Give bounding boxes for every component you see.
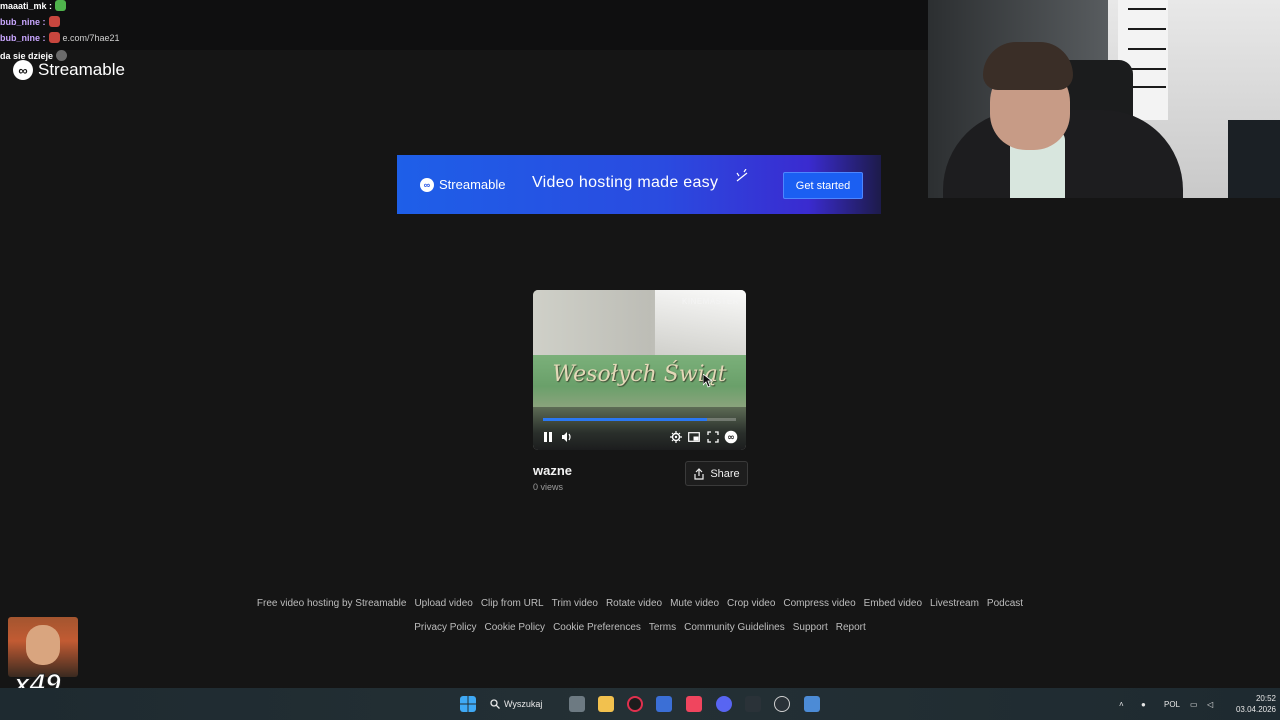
promo-banner[interactable]: ∞ Streamable Video hosting made easy Get… bbox=[397, 155, 881, 214]
banner-logo: ∞ Streamable bbox=[420, 177, 505, 192]
taskbar-clock[interactable]: 20:52 03.04.2026 bbox=[1228, 693, 1276, 715]
get-started-button[interactable]: Get started bbox=[783, 172, 863, 199]
progress-bar[interactable] bbox=[543, 418, 736, 421]
speaker-icon[interactable]: ◁ bbox=[1207, 688, 1213, 720]
video-watermark: KINEMASTER bbox=[681, 297, 739, 306]
footer-links-legal: Privacy Policy Cookie Policy Cookie Pref… bbox=[0, 622, 1280, 633]
settings-gear-icon[interactable] bbox=[670, 431, 682, 443]
footer-link[interactable]: Rotate video bbox=[606, 598, 662, 609]
clock-time: 20:52 bbox=[1255, 694, 1276, 703]
footer-link[interactable]: Terms bbox=[649, 622, 676, 633]
windows-taskbar: Wyszukaj ˄ ● POL ▭ ◁ 20:52 03.04.2026 bbox=[0, 688, 1280, 720]
search-label: Wyszukaj bbox=[504, 699, 543, 709]
streamable-logo[interactable]: ∞ Streamable bbox=[13, 60, 125, 80]
emote-face bbox=[26, 625, 60, 665]
mouse-cursor-icon bbox=[703, 374, 712, 388]
network-icon[interactable]: ▭ bbox=[1190, 688, 1198, 720]
banner-tagline: Video hosting made easy bbox=[532, 174, 719, 191]
infinity-logo-icon: ∞ bbox=[13, 60, 33, 80]
footer-link[interactable]: Privacy Policy bbox=[414, 622, 476, 633]
pause-icon[interactable] bbox=[543, 432, 553, 442]
chat-message: e.com/7hae21 bbox=[62, 32, 120, 43]
emote-icon bbox=[55, 0, 67, 11]
music-icon[interactable] bbox=[686, 696, 702, 712]
logo-text: Streamable bbox=[38, 60, 125, 79]
footer-link[interactable]: Cookie Policy bbox=[484, 622, 545, 633]
video-views: 0 views bbox=[533, 482, 564, 492]
chat-user: bub_nine : bbox=[0, 32, 46, 43]
fullscreen-icon[interactable] bbox=[707, 431, 719, 443]
volume-icon[interactable] bbox=[561, 431, 573, 443]
svg-text:∞: ∞ bbox=[727, 433, 735, 443]
footer-link[interactable]: Support bbox=[793, 622, 828, 633]
footer-link[interactable]: Trim video bbox=[552, 598, 598, 609]
footer-links-primary: Free video hosting by Streamable Upload … bbox=[0, 598, 1280, 609]
share-icon bbox=[694, 467, 704, 480]
footer-link[interactable]: Compress video bbox=[783, 598, 855, 609]
top-bar bbox=[0, 0, 928, 50]
chat-line: bub_nine : bbox=[0, 16, 60, 27]
footer-link[interactable]: Podcast bbox=[987, 598, 1023, 609]
footer-link[interactable]: Report bbox=[836, 622, 866, 633]
share-label: Share bbox=[710, 467, 740, 480]
app-icon[interactable] bbox=[656, 696, 672, 712]
player-controls: ∞ bbox=[533, 428, 746, 446]
opera-gx-icon[interactable] bbox=[627, 696, 643, 712]
webcam-shelf bbox=[1128, 8, 1166, 10]
emote-icon bbox=[48, 16, 60, 27]
chevron-up-icon[interactable]: ˄ bbox=[1119, 688, 1124, 720]
banner-logo-text: Streamable bbox=[439, 177, 506, 192]
webcam-person-hair bbox=[983, 42, 1073, 90]
chat-user: da sie dzieje bbox=[0, 50, 54, 61]
video-title: wazne bbox=[533, 463, 573, 478]
webcam-overlay bbox=[928, 0, 1280, 198]
task-view-icon[interactable] bbox=[569, 696, 585, 712]
footer-link[interactable]: Crop video bbox=[727, 598, 775, 609]
clock-date: 03.04.2026 bbox=[1235, 705, 1276, 714]
infinity-logo-icon: ∞ bbox=[420, 177, 434, 192]
streamable-logo-icon[interactable]: ∞ bbox=[724, 430, 738, 444]
calculator-icon[interactable] bbox=[804, 696, 820, 712]
taskbar-search[interactable]: Wyszukaj bbox=[490, 694, 556, 714]
video-overlay-text: Wesołych Świąt bbox=[552, 362, 727, 387]
chat-line: maaati_mk : bbox=[0, 0, 67, 11]
chat-line: bub_nine : e.com/7hae21 bbox=[0, 32, 120, 43]
microphone-icon[interactable]: ● bbox=[1141, 688, 1146, 720]
footer-link[interactable]: Embed video bbox=[864, 598, 922, 609]
search-icon bbox=[490, 699, 500, 709]
webcam-sofa bbox=[1228, 120, 1280, 198]
footer-link[interactable]: Livestream bbox=[930, 598, 979, 609]
discord-icon[interactable] bbox=[716, 696, 732, 712]
chat-user: maaati_mk : bbox=[0, 0, 53, 11]
file-explorer-icon[interactable] bbox=[598, 696, 614, 712]
footer-link[interactable]: Free video hosting by Streamable bbox=[257, 598, 407, 609]
picture-in-picture-icon[interactable] bbox=[688, 431, 700, 443]
footer-link[interactable]: Upload video bbox=[414, 598, 472, 609]
webcam-shelf bbox=[1128, 68, 1166, 70]
video-player[interactable]: KINEMASTER Wesołych Świąt ∞ bbox=[533, 290, 746, 450]
language-indicator[interactable]: POL bbox=[1164, 688, 1180, 720]
webcam-shelf bbox=[1128, 48, 1166, 50]
progress-fill bbox=[543, 418, 708, 421]
footer-link[interactable]: Community Guidelines bbox=[684, 622, 785, 633]
obs-icon[interactable] bbox=[774, 696, 790, 712]
app-icon-2[interactable] bbox=[745, 696, 761, 712]
webcam-shelf bbox=[1128, 86, 1166, 88]
chat-user: bub_nine : bbox=[0, 16, 46, 27]
emote-icon bbox=[48, 32, 60, 43]
footer-link[interactable]: Cookie Preferences bbox=[553, 622, 641, 633]
share-button[interactable]: Share bbox=[685, 461, 748, 486]
webcam-shelf bbox=[1128, 28, 1166, 30]
sparkle-icon bbox=[736, 169, 748, 182]
windows-start-icon[interactable] bbox=[460, 696, 476, 712]
footer-link[interactable]: Mute video bbox=[670, 598, 719, 609]
footer-link[interactable]: Clip from URL bbox=[481, 598, 544, 609]
